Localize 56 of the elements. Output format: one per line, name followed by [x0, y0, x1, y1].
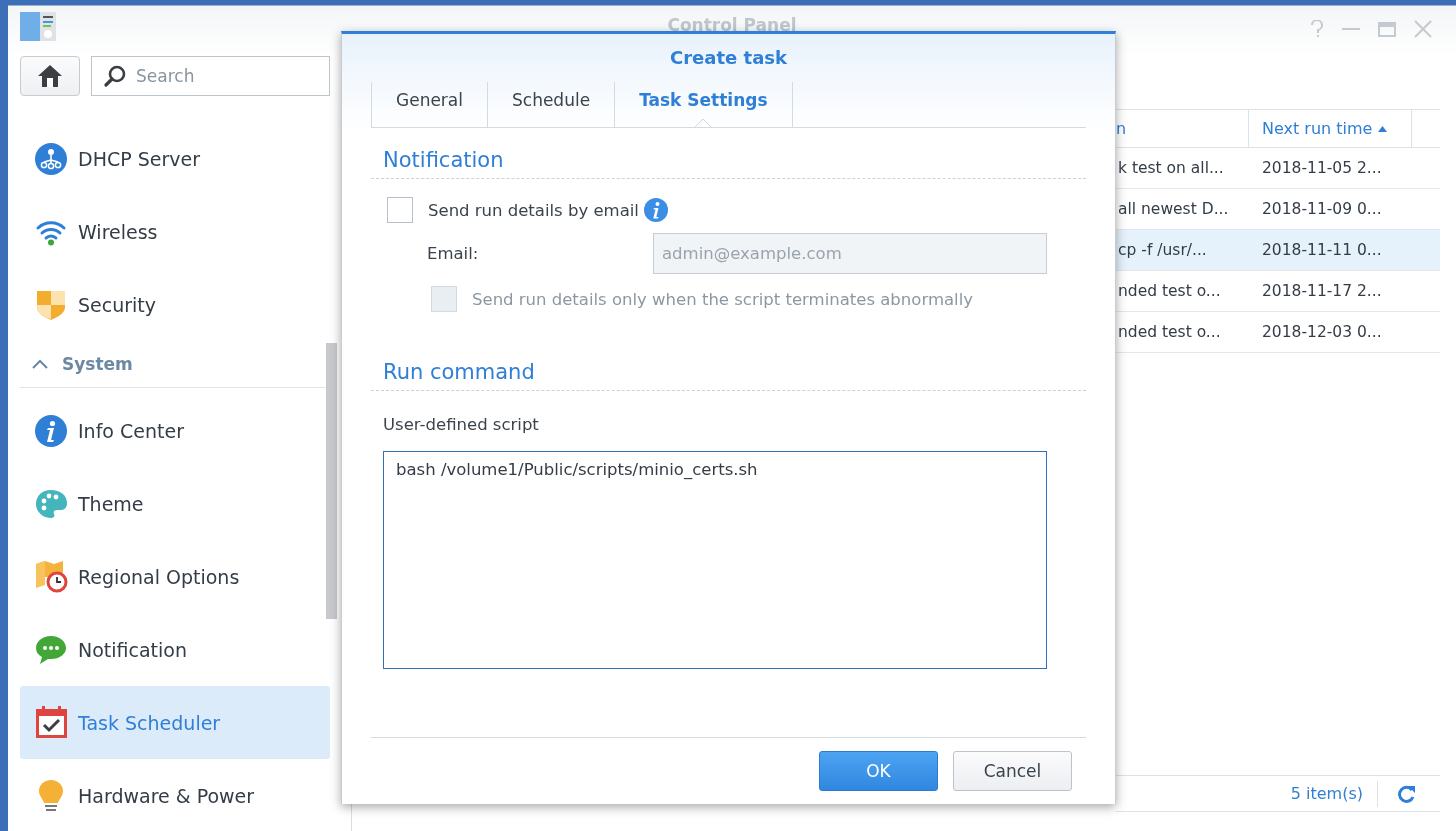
home-icon: [37, 64, 63, 88]
field-label: User-defined script: [382, 414, 540, 434]
chat-bubble-icon: [35, 633, 67, 666]
sidebar-item[interactable]: Info Center: [20, 394, 330, 467]
field-label: Email:: [427, 244, 480, 263]
info-icon[interactable]: [643, 198, 668, 222]
checkbox[interactable]: [387, 197, 413, 223]
table-cell-text: k test on all...: [1117, 158, 1225, 179]
shield-icon: [35, 288, 67, 321]
home-button[interactable]: [20, 56, 80, 96]
table-cell-text: all newest D...: [1117, 199, 1230, 220]
lightbulb-icon: [38, 778, 64, 813]
item-count: 5 item(s): [1290, 780, 1378, 807]
calendar-check-icon: [34, 706, 68, 739]
sidebar-item[interactable]: Wireless: [20, 195, 330, 268]
sidebar-item[interactable]: Notification: [20, 613, 330, 686]
section-heading: Notification: [371, 128, 1086, 179]
table-cell-text: cp -f /usr/...: [1117, 240, 1208, 261]
table-cell-text: nded test o...: [1117, 322, 1222, 343]
tab[interactable]: Task Settings: [614, 82, 793, 127]
close-icon[interactable]: [1414, 20, 1432, 38]
table-row[interactable]: cp -f /usr/... 2018-11-11 0...: [1116, 230, 1440, 271]
table-cell-text: 2018-11-11 0...: [1261, 240, 1383, 261]
table-cell-text: 2018-12-03 0...: [1261, 322, 1383, 343]
info-icon: [35, 414, 67, 447]
sidebar-item[interactable]: Regional Options: [20, 540, 330, 613]
chevron-icon: [32, 359, 48, 369]
checkbox-label: Send run details by email: [428, 200, 639, 220]
sidebar-item[interactable]: Security: [20, 268, 330, 341]
refresh-icon: [1396, 783, 1416, 804]
palette-icon: [35, 488, 67, 519]
table-cell-text: 2018-11-17 2...: [1261, 281, 1383, 302]
scrollbar-thumb[interactable]: [326, 343, 337, 619]
window-title: Control Panel: [667, 15, 797, 35]
tab[interactable]: General: [371, 82, 487, 127]
sidebar-item[interactable]: Hardware & Power: [20, 759, 330, 831]
dialog-title: Create task: [669, 47, 788, 70]
checkbox-label: Send run details only when the script terminates abnormally: [472, 289, 973, 309]
table-cell-text: 2018-11-05 2...: [1261, 158, 1383, 179]
sort-up-icon: [1378, 125, 1388, 132]
table-cell-text: nded test o...: [1117, 281, 1222, 302]
maximize-icon[interactable]: [1378, 20, 1396, 38]
app-icon: [20, 12, 56, 42]
help-icon[interactable]: [1310, 20, 1324, 38]
script-field[interactable]: bash /volume1/Public/scripts/minio_certs.sh: [383, 451, 1047, 669]
table-cell-text: 2018-11-09 0...: [1261, 199, 1383, 220]
column-header[interactable]: Next run time: [1249, 110, 1412, 147]
sidebar-item[interactable]: Theme: [20, 467, 330, 540]
network-icon: [35, 142, 67, 175]
section-heading: Run command: [371, 340, 1086, 391]
map-clock-icon: [34, 560, 68, 593]
search-field[interactable]: Search: [91, 56, 330, 96]
tab[interactable]: Schedule: [487, 82, 615, 127]
sidebar-item[interactable]: DHCP Server: [20, 122, 330, 195]
cancel-button[interactable]: Cancel: [953, 751, 1072, 791]
search-icon: [104, 65, 126, 87]
